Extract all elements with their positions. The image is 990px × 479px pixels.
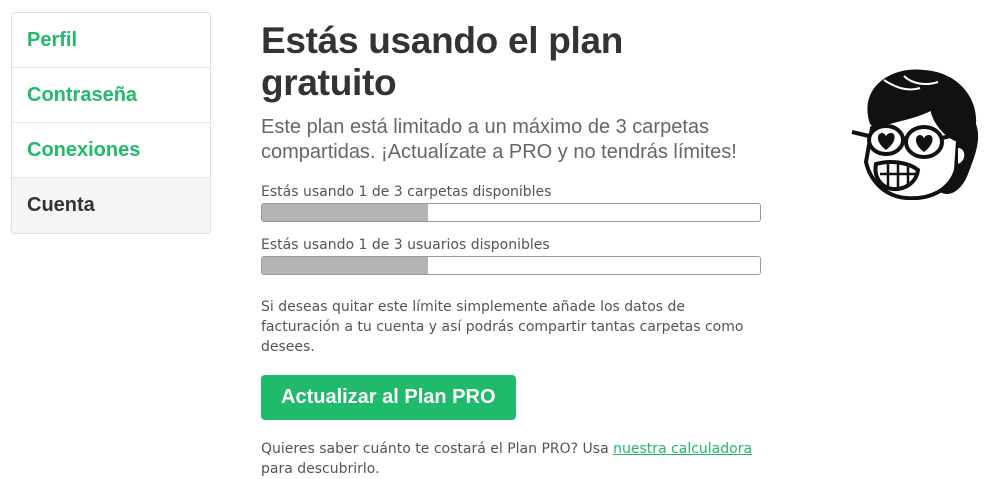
sidebar-item-contrasena[interactable]: Contraseña	[12, 68, 210, 123]
sidebar-item-cuenta[interactable]: Cuenta	[12, 178, 210, 233]
plan-description: Este plan está limitado a un máximo de 3…	[261, 116, 737, 163]
folders-usage-bar	[261, 203, 761, 222]
calculator-note: Quieres saber cuánto te costará el Plan …	[261, 439, 761, 479]
calculator-link[interactable]: nuestra calculadora	[613, 441, 752, 457]
sidebar-item-perfil[interactable]: Perfil	[12, 13, 210, 68]
limit-note: Si deseas quitar este límite simplemente…	[261, 299, 744, 355]
users-usage-label: Estás usando 1 de 3 usuarios disponibles	[261, 237, 550, 253]
account-plan-panel: Estás usando el plan gratuito Este plan …	[261, 20, 761, 479]
sidebar-item-conexiones[interactable]: Conexiones	[12, 123, 210, 178]
users-usage-bar	[261, 256, 761, 275]
folders-usage: Estás usando 1 de 3 carpetas disponibles	[261, 183, 761, 222]
cartoon-person-with-heart-glasses-icon	[851, 69, 979, 200]
calculator-note-prefix: Quieres saber cuánto te costará el Plan …	[261, 441, 614, 457]
folders-usage-label: Estás usando 1 de 3 carpetas disponibles	[261, 184, 552, 200]
users-usage-bar-fill	[262, 257, 428, 274]
upgrade-pro-button[interactable]: Actualizar al Plan PRO	[261, 375, 516, 420]
folders-usage-bar-fill	[262, 204, 428, 221]
settings-sidebar: Perfil Contraseña Conexiones Cuenta	[11, 12, 211, 234]
page-title: Estás usando el plan gratuito	[261, 20, 624, 103]
users-usage: Estás usando 1 de 3 usuarios disponibles	[261, 236, 761, 275]
